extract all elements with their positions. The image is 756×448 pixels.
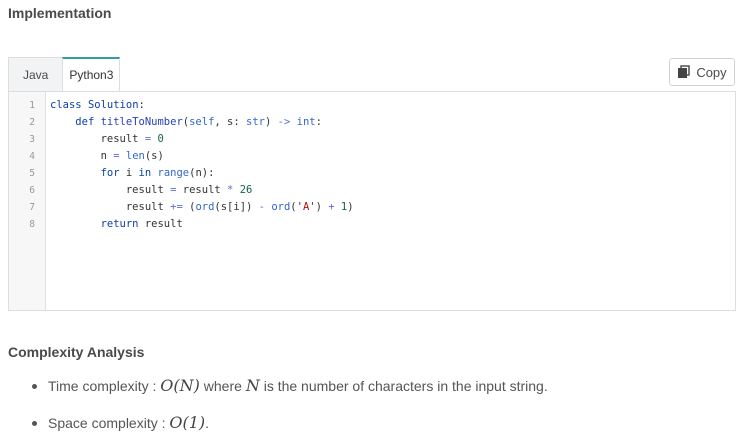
time-complexity-label: Time complexity :: [48, 378, 157, 394]
copy-icon: [678, 65, 691, 78]
code-token: +=: [170, 201, 183, 213]
code-token: :: [138, 99, 145, 111]
code-line: return result: [50, 216, 183, 233]
code-token: -: [258, 201, 265, 213]
math-variable: N: [245, 376, 260, 395]
code-token: return: [100, 218, 139, 230]
line-number: 2: [29, 117, 35, 128]
line-number: 3: [29, 134, 35, 145]
code-token: result: [100, 133, 139, 145]
complexity-list: Time complexity : O(N) where N is the nu…: [8, 374, 548, 435]
code-token: =: [113, 150, 120, 162]
code-token: Solution: [87, 99, 139, 111]
line-number-gutter: 1 2 3 4 5 6 7 8: [9, 92, 46, 310]
code-token: (n):: [189, 167, 215, 179]
code-token: ): [347, 201, 354, 213]
code-token: +: [328, 201, 335, 213]
code-token: ->: [277, 116, 291, 128]
copy-button[interactable]: Copy: [669, 58, 735, 86]
code-token: , s:: [214, 116, 240, 128]
code-token: titleToNumber: [100, 116, 183, 128]
code-token: def: [75, 116, 95, 128]
copy-button-label: Copy: [696, 64, 727, 80]
code-line: result = result * 26: [50, 182, 253, 199]
bullet-icon: [32, 421, 37, 426]
list-text: .: [205, 415, 210, 431]
list-text: is the number of characters in the input…: [263, 378, 548, 394]
code-token: '): [309, 201, 322, 213]
implementation-heading: Implementation: [8, 5, 112, 21]
code-line: for i in range(n):: [50, 165, 215, 182]
code-token: n: [100, 150, 107, 162]
code-token: :: [315, 116, 322, 128]
code-line: def titleToNumber(self, s: str) -> int:: [50, 114, 322, 131]
code-token: i: [125, 167, 133, 179]
line-number: 6: [29, 185, 35, 196]
list-item: Time complexity : O(N) where N is the nu…: [8, 374, 548, 398]
code-token: (': [290, 201, 303, 213]
code-token: 26: [239, 184, 253, 196]
code-line: result += (ord(s[i]) - ord('A') + 1): [50, 199, 354, 216]
code-token: (s[i]): [214, 201, 253, 213]
code-token: result: [125, 184, 164, 196]
code-token: range: [157, 167, 190, 179]
code-token: =: [144, 133, 152, 145]
line-number: 1: [29, 100, 35, 111]
code-token: str: [246, 116, 265, 128]
math-expression: O(N): [160, 376, 200, 395]
tab-java[interactable]: Java: [8, 57, 64, 91]
code-token: class: [50, 99, 82, 111]
list-item: Space complexity : O(1).: [8, 411, 548, 435]
line-number: 5: [29, 168, 35, 179]
code-token: in: [138, 167, 152, 179]
math-expression: O(1): [169, 413, 206, 432]
code-token: self: [189, 116, 215, 128]
bullet-icon: [32, 384, 37, 389]
code-token: ord: [271, 201, 291, 213]
tab-python3[interactable]: Python3: [62, 57, 121, 91]
code-token: ): [265, 116, 272, 128]
code-token: *: [227, 184, 234, 196]
complexity-heading: Complexity Analysis: [8, 344, 145, 360]
code-token: int: [296, 116, 316, 128]
code-token: result: [125, 201, 164, 213]
code-token: for: [100, 167, 120, 179]
code-token: =: [170, 184, 177, 196]
space-complexity-label: Space complexity :: [48, 415, 166, 431]
line-number: 4: [29, 151, 35, 162]
list-text: where: [203, 378, 242, 394]
code-line: class Solution:: [50, 97, 145, 114]
code-token: ord: [195, 201, 215, 213]
code-token: (s): [144, 150, 164, 162]
line-number: 8: [29, 219, 35, 230]
code-line: n = len(s): [50, 148, 164, 165]
language-tabs: Java Python3: [8, 57, 121, 91]
code-token: result: [182, 184, 221, 196]
code-line: result = 0: [50, 131, 164, 148]
code-token: result: [144, 218, 183, 230]
code-area[interactable]: class Solution: def titleToNumber(self, …: [46, 92, 735, 310]
code-token: len: [125, 150, 145, 162]
line-number: 7: [29, 202, 35, 213]
code-token: 0: [157, 133, 164, 145]
code-editor[interactable]: 1 2 3 4 5 6 7 8 class Solution: def titl…: [8, 91, 736, 311]
